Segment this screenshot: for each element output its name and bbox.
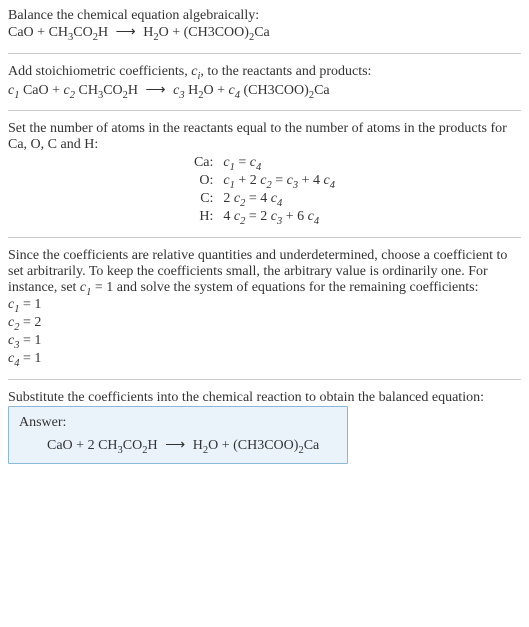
coefficients-text: Add stoichiometric coefficients, ci, to … [8, 64, 521, 82]
species-calcium-acetate: (CH3COO)2Ca [184, 25, 270, 40]
element-label: H: [8, 209, 213, 227]
substitute-text: Substitute the coefficients into the che… [8, 390, 521, 406]
species-cao: CaO [8, 25, 34, 40]
atom-equation-o: c1 + 2 c2 = c3 + 4 c4 [223, 173, 521, 191]
solution-c4: c4 = 1 [8, 351, 521, 369]
atom-equation-ca: c1 = c4 [223, 155, 521, 173]
divider [8, 379, 521, 380]
atom-balance-section: Set the number of atoms in the reactants… [8, 121, 521, 226]
element-label: C: [8, 191, 213, 209]
reaction-arrow-icon: ⟶ [161, 437, 189, 454]
solve-text: Since the coefficients are relative quan… [8, 248, 521, 298]
solution-c2: c2 = 2 [8, 315, 521, 333]
atom-equation-c: 2 c2 = 4 c4 [223, 191, 521, 209]
divider [8, 53, 521, 54]
answer-box: Answer: CaO + 2 CH3CO2H ⟶ H2O + (CH3COO)… [8, 406, 348, 465]
solve-section: Since the coefficients are relative quan… [8, 248, 521, 369]
reaction-arrow-icon: ⟶ [112, 24, 140, 41]
atom-equation-h: 4 c2 = 2 c3 + 6 c4 [223, 209, 521, 227]
species-water: H2O [143, 25, 169, 40]
species-acetic-acid: CH3CO2H [49, 25, 109, 40]
element-label: Ca: [8, 155, 213, 173]
coefficients-section: Add stoichiometric coefficients, ci, to … [8, 64, 521, 101]
divider [8, 110, 521, 111]
element-label: O: [8, 173, 213, 191]
solution-c1: c1 = 1 [8, 297, 521, 315]
balanced-equation: CaO + 2 CH3CO2H ⟶ H2O + (CH3COO)2Ca [19, 437, 337, 456]
divider [8, 237, 521, 238]
unbalanced-equation: CaO + CH3CO2H ⟶ H2O + (CH3COO)2Ca [8, 24, 521, 43]
intro-section: Balance the chemical equation algebraica… [8, 8, 521, 43]
substitute-section: Substitute the coefficients into the che… [8, 390, 521, 465]
atom-balance-table: Ca: c1 = c4 O: c1 + 2 c2 = c3 + 4 c4 C: … [8, 155, 521, 226]
coefficients-equation: c1 CaO + c2 CH3CO2H ⟶ c3 H2O + c4 (CH3CO… [8, 82, 521, 101]
intro-text: Balance the chemical equation algebraica… [8, 8, 521, 24]
solution-c3: c3 = 1 [8, 333, 521, 351]
answer-title: Answer: [19, 415, 337, 431]
atom-balance-text: Set the number of atoms in the reactants… [8, 121, 521, 153]
reaction-arrow-icon: ⟶ [142, 82, 170, 99]
